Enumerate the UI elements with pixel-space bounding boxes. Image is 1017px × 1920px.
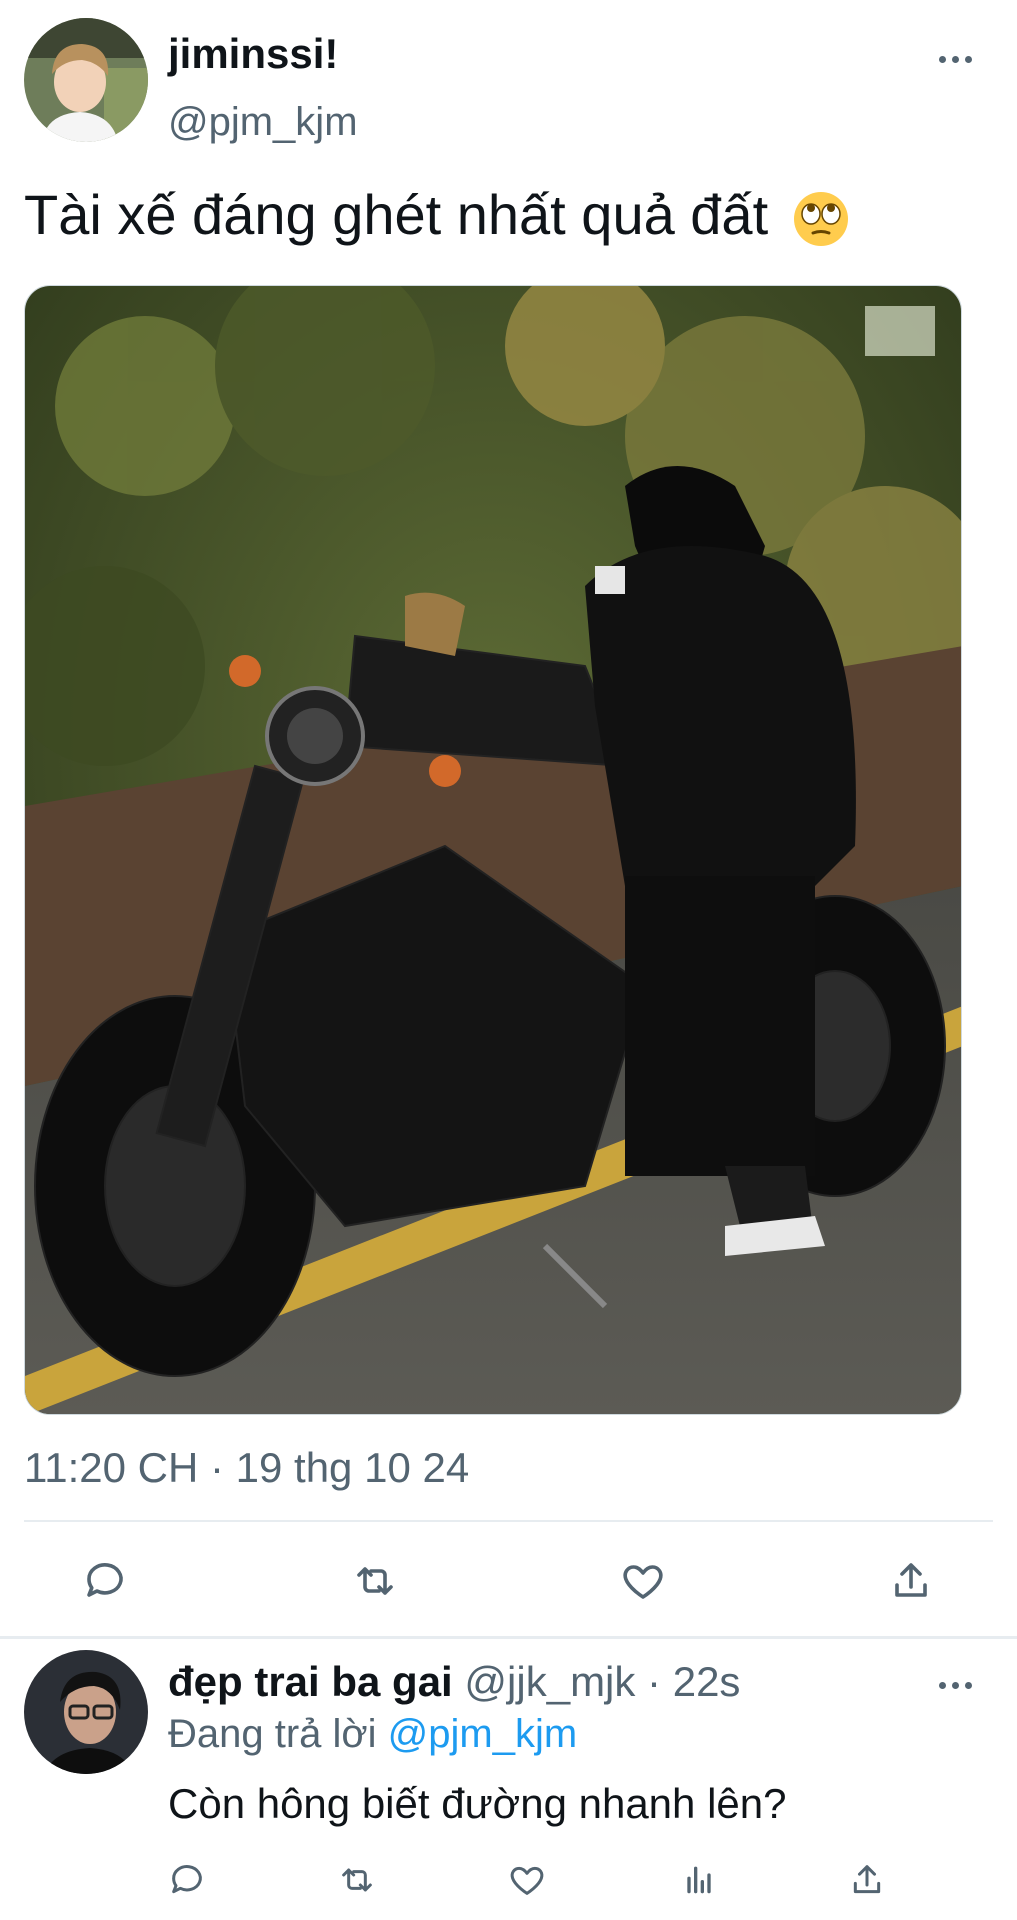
reply-handle-time[interactable]: @jjk_mjk · 22s: [464, 1658, 740, 1705]
share-button[interactable]: [876, 1548, 946, 1614]
replying-to-handle-link[interactable]: @pjm_kjm: [388, 1712, 578, 1756]
reply-button[interactable]: [70, 1548, 140, 1614]
tweet: jiminssi! @pjm_kjm Tài xế đáng ghét nhất…: [0, 0, 1017, 1639]
divider: [0, 1636, 1017, 1639]
share-icon: [895, 1563, 927, 1597]
tweet-timestamp[interactable]: 11:20 CH · 19 thg 10 24: [24, 1444, 469, 1492]
analytics-icon: [687, 1866, 711, 1894]
author-avatar[interactable]: [24, 18, 148, 142]
tweet-text-content: Tài xế đáng ghét nhất quả đất: [24, 183, 769, 246]
reply-icon: [172, 1865, 202, 1894]
like-icon: [510, 1866, 544, 1895]
reply-icon: [87, 1563, 123, 1597]
tweet-photo[interactable]: [24, 285, 962, 1415]
reply-tweet[interactable]: đẹp trai ba gai @jjk_mjk · 22s Đang trả …: [0, 1640, 1017, 1920]
retweet-button[interactable]: [340, 1548, 410, 1614]
reply-header: đẹp trai ba gai @jjk_mjk · 22s: [168, 1658, 740, 1706]
reply-analytics-button[interactable]: [664, 1850, 734, 1910]
share-icon: [853, 1865, 881, 1894]
divider: [24, 1520, 993, 1522]
like-button[interactable]: [608, 1548, 678, 1614]
reply-retweet-button[interactable]: [322, 1850, 392, 1910]
retweet-icon: [342, 1868, 372, 1892]
replying-to-label: Đang trả lời: [168, 1712, 377, 1756]
reply-action-bar: [0, 1850, 1017, 1910]
reply-author-avatar[interactable]: [24, 1650, 148, 1774]
like-icon: [623, 1565, 663, 1599]
face-with-rolling-eyes-icon: [793, 192, 848, 247]
reply-display-name[interactable]: đẹp trai ba gai: [168, 1658, 453, 1705]
more-options-icon[interactable]: [927, 44, 983, 74]
reply-share-button[interactable]: [832, 1850, 902, 1910]
retweet-icon: [357, 1567, 393, 1595]
replying-to: Đang trả lời @pjm_kjm: [168, 1712, 577, 1757]
reply-like-button[interactable]: [492, 1850, 562, 1910]
author-display-name[interactable]: jiminssi!: [168, 30, 338, 78]
reply-more-options-icon[interactable]: [927, 1670, 983, 1700]
reply-reply-button[interactable]: [152, 1850, 222, 1910]
reply-text: Còn hông biết đường nhanh lên?: [168, 1780, 787, 1827]
author-handle[interactable]: @pjm_kjm: [168, 100, 358, 145]
tweet-action-bar: [0, 1548, 1017, 1614]
tweet-text: Tài xế đáng ghét nhất quả đất: [24, 182, 850, 248]
